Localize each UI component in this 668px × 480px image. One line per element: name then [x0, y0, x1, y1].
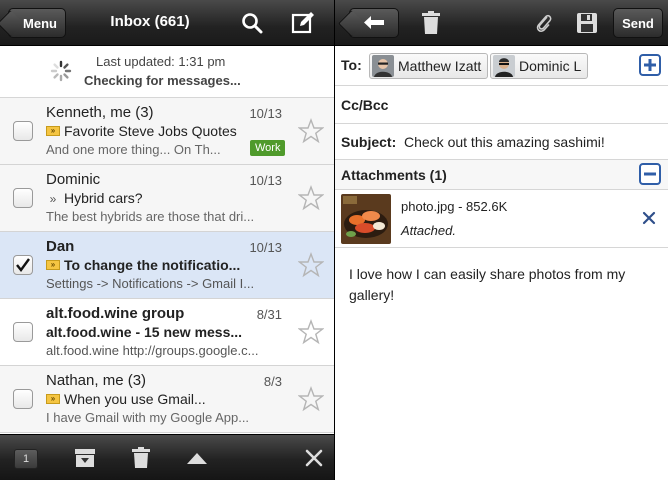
- compose-icon[interactable]: [290, 10, 316, 36]
- paperclip-icon[interactable]: [531, 10, 557, 36]
- attachments-label: Attachments (1): [341, 167, 447, 183]
- message-sender: Nathan, me (3): [46, 372, 147, 389]
- message-snippet: The best hybrids are those that dri...: [46, 209, 255, 224]
- message-date: 10/13: [249, 240, 282, 255]
- close-icon[interactable]: [302, 446, 326, 470]
- message-checkbox[interactable]: [13, 188, 33, 208]
- message-snippet: I have Gmail with my Google App...: [46, 410, 250, 425]
- close-icon[interactable]: [641, 210, 657, 226]
- message-date: 8/3: [263, 374, 282, 389]
- plus-icon: [644, 59, 656, 71]
- trash-icon[interactable]: [129, 446, 153, 470]
- message-subject: alt.food.wine - 15 new mess...: [46, 324, 243, 340]
- inbox-toolbar: Menu Inbox (661): [0, 0, 334, 46]
- trash-icon[interactable]: [418, 10, 444, 36]
- minus-icon: [644, 172, 656, 176]
- message-row[interactable]: alt.food.wine group 8/31 alt.food.wine -…: [0, 299, 334, 366]
- to-label: To:: [341, 57, 362, 73]
- save-icon[interactable]: [574, 10, 600, 36]
- message-subject: » Favorite Steve Jobs Quotes: [46, 123, 296, 139]
- message-snippet: alt.food.wine http://groups.google.c...: [46, 343, 259, 358]
- attachment-thumbnail: [341, 194, 391, 244]
- message-sender: Dominic: [46, 171, 101, 188]
- archive-icon[interactable]: [73, 446, 97, 470]
- subject-input[interactable]: Check out this amazing sashimi!: [404, 134, 605, 150]
- menu-button[interactable]: Menu: [8, 8, 66, 38]
- add-recipient-button[interactable]: [639, 54, 661, 76]
- attachment-status: Attached.: [401, 223, 456, 238]
- avatar: [372, 55, 394, 77]
- avatar: [493, 55, 515, 77]
- sync-status: Last updated: 1:31 pm Checking for messa…: [0, 46, 334, 98]
- message-sender: alt.food.wine group: [46, 305, 185, 322]
- to-row[interactable]: To: Matthew Izatt Dominic L: [335, 46, 668, 86]
- message-sender: Kenneth, me (3): [46, 104, 154, 121]
- recipient-chip[interactable]: Matthew Izatt: [369, 53, 489, 79]
- message-row[interactable]: Dominic 10/13 » Hybrid cars? The best hyb…: [0, 165, 334, 232]
- attachment-item: photo.jpg - 852.6K Attached.: [335, 190, 668, 248]
- recipient-chip[interactable]: Dominic L: [490, 53, 589, 79]
- message-date: 10/13: [249, 173, 282, 188]
- subject-label: Subject:: [341, 134, 397, 150]
- checking-text: Checking for messages...: [84, 73, 241, 88]
- attachments-header: Attachments (1): [335, 160, 668, 190]
- checkmark-icon: [16, 258, 30, 272]
- message-row[interactable]: Nathan, me (3) 8/3 » When you use Gmail..…: [0, 366, 334, 433]
- compose-toolbar: Send: [335, 0, 668, 46]
- compose-pane: Send To: Matthew Izatt Dominic L Cc/Bcc …: [334, 0, 668, 480]
- message-date: 10/13: [249, 106, 282, 121]
- collapse-attachments-button[interactable]: [639, 163, 661, 185]
- important-marker-icon: »: [46, 394, 60, 405]
- message-subject: » When you use Gmail...: [46, 391, 296, 407]
- chevron-up-icon[interactable]: [185, 446, 209, 470]
- ccbcc-row[interactable]: Cc/Bcc: [335, 86, 668, 124]
- message-snippet: And one more thing... On Th...: [46, 142, 221, 157]
- message-snippet: Settings -> Notifications -> Gmail I...: [46, 276, 255, 291]
- message-row-selected[interactable]: Dan 10/13 » To change the notificatio... …: [0, 232, 334, 299]
- inbox-title: Inbox (661): [110, 13, 190, 30]
- label-badge: Work: [250, 140, 286, 156]
- last-updated-text: Last updated: 1:31 pm: [96, 54, 226, 69]
- message-sender: Dan: [46, 238, 75, 255]
- message-checkbox[interactable]: [13, 121, 33, 141]
- message-checkbox[interactable]: [13, 389, 33, 409]
- subject-row[interactable]: Subject: Check out this amazing sashimi!: [335, 124, 668, 160]
- loading-spinner-icon: [50, 60, 72, 82]
- selection-toolbar: 1: [0, 434, 334, 480]
- attachment-name: photo.jpg - 852.6K: [401, 199, 508, 214]
- star-icon[interactable]: [298, 319, 324, 345]
- message-checkbox-checked[interactable]: [13, 255, 33, 275]
- inbox-pane: Menu Inbox (661) Last updated: 1:31 pm C…: [0, 0, 334, 480]
- search-icon[interactable]: [239, 10, 265, 36]
- message-body[interactable]: I love how I can easily share photos fro…: [349, 264, 659, 306]
- star-icon[interactable]: [298, 386, 324, 412]
- back-arrow-icon: [364, 16, 384, 29]
- star-icon[interactable]: [298, 252, 324, 278]
- message-subject: » To change the notificatio...: [46, 257, 296, 273]
- ccbcc-label: Cc/Bcc: [341, 97, 389, 113]
- message-subject: » Hybrid cars?: [46, 190, 296, 206]
- selected-count-badge: 1: [14, 449, 38, 469]
- important-marker-icon: »: [46, 260, 60, 271]
- message-checkbox[interactable]: [13, 322, 33, 342]
- star-icon[interactable]: [298, 185, 324, 211]
- important-marker-icon: »: [46, 126, 60, 137]
- star-icon[interactable]: [298, 118, 324, 144]
- chevron-marker-icon: »: [49, 192, 57, 206]
- back-button[interactable]: [349, 8, 399, 38]
- message-date: 8/31: [256, 307, 282, 322]
- message-row[interactable]: Kenneth, me (3) 10/13 » Favorite Steve Jo…: [0, 98, 334, 165]
- send-button[interactable]: Send: [613, 8, 663, 38]
